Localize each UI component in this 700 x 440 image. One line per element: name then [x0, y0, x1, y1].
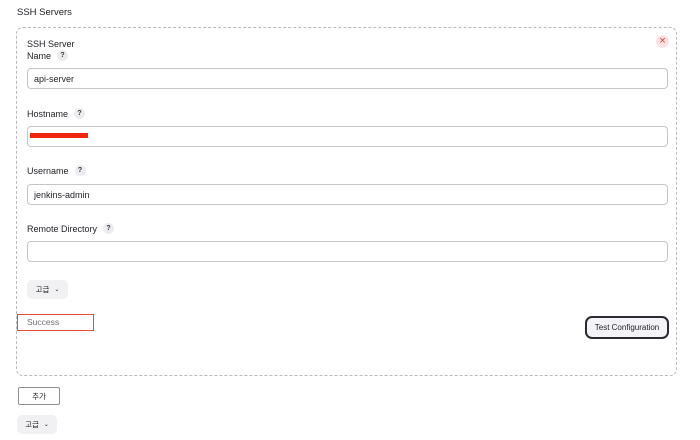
advanced-button[interactable]: 고급 ⌄ — [27, 280, 68, 299]
name-help-icon[interactable]: ? — [57, 50, 69, 61]
username-field[interactable] — [27, 184, 668, 205]
chevron-down-icon: ⌄ — [54, 286, 60, 293]
test-configuration-button[interactable]: Test Configuration — [585, 316, 669, 339]
username-help-icon[interactable]: ? — [74, 165, 86, 176]
username-label-row: Username ? — [27, 165, 86, 176]
add-button[interactable]: 추가 — [18, 387, 60, 405]
section-title: SSH Servers — [17, 7, 72, 18]
username-label: Username — [27, 165, 69, 176]
advanced-label-outer: 고급 — [25, 420, 39, 429]
redaction-bar — [30, 133, 88, 138]
close-icon[interactable]: × — [656, 35, 669, 48]
hostname-help-icon[interactable]: ? — [74, 108, 86, 119]
name-field[interactable] — [27, 68, 668, 89]
remote-directory-label-row: Remote Directory ? — [27, 223, 115, 234]
remote-directory-help-icon[interactable]: ? — [103, 223, 115, 234]
chevron-down-icon: ⌄ — [43, 421, 49, 428]
hostname-field[interactable] — [27, 126, 668, 147]
hostname-label: Hostname — [27, 108, 69, 119]
hostname-label-row: Hostname ? — [27, 108, 86, 119]
name-label: Name — [27, 50, 52, 61]
ssh-server-title: SSH Server — [27, 39, 75, 49]
name-label-row: Name ? — [27, 50, 69, 61]
advanced-button-outer[interactable]: 고급 ⌄ — [17, 415, 57, 434]
remote-directory-field[interactable] — [27, 241, 668, 262]
advanced-label: 고급 — [35, 285, 50, 294]
remote-directory-label: Remote Directory — [27, 223, 98, 234]
status-text: Success — [17, 314, 94, 331]
